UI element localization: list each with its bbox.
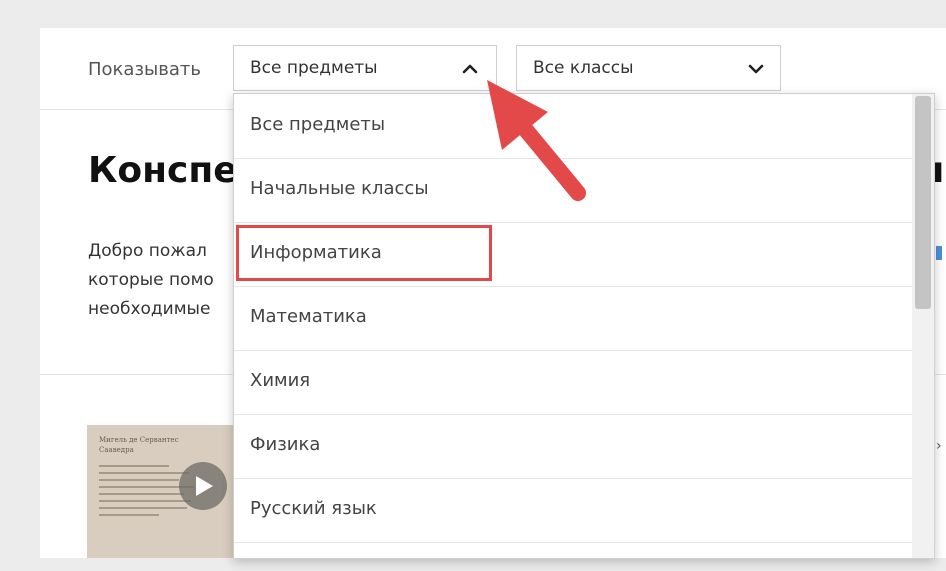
red-arrow-icon bbox=[487, 80, 586, 201]
